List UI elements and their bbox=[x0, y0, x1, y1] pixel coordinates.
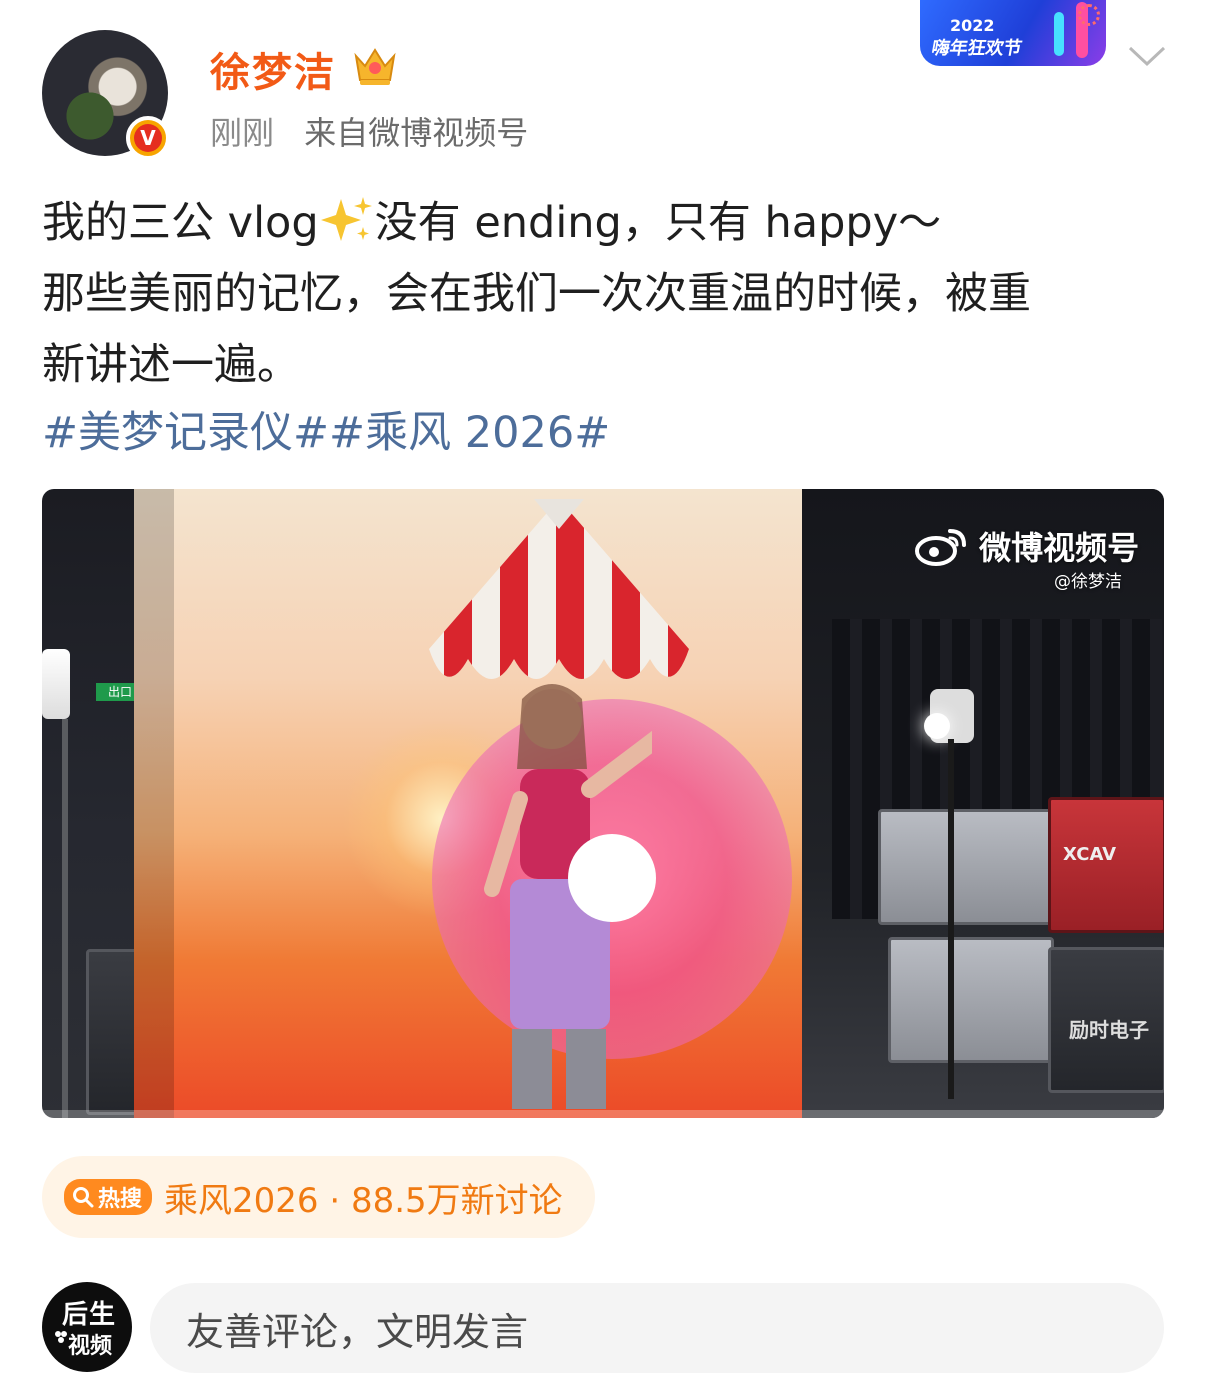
studio-lamp bbox=[42, 649, 70, 719]
video-watermark: 微博视频号 @徐梦洁 bbox=[914, 523, 1140, 592]
crown-icon bbox=[354, 48, 396, 85]
channel-logo[interactable]: 后生 视频 bbox=[42, 1282, 132, 1372]
post-line-3: 新讲述一遍。 bbox=[42, 340, 300, 390]
hashtag-links[interactable]: #美梦记录仪##乘风 2026# bbox=[42, 398, 610, 460]
post-time: 刚刚 bbox=[210, 114, 275, 152]
post-header: V 徐梦洁 刚刚 来自微博视频号 2022 嗨年狂欢节 bbox=[0, 0, 1206, 180]
play-button[interactable] bbox=[568, 834, 656, 922]
post-line-2: 那些美丽的记忆，会在我们一次次重温的时候，被重 bbox=[42, 269, 1031, 319]
studio-lamp bbox=[924, 689, 974, 743]
comment-placeholder: 友善评论，文明发言 bbox=[186, 1309, 529, 1354]
post-source[interactable]: 来自微博视频号 bbox=[304, 114, 528, 152]
search-icon bbox=[73, 1187, 94, 1208]
event-year: 2022 bbox=[950, 16, 995, 35]
trend-text: 乘风2026 · 88.5万新讨论 bbox=[164, 1180, 563, 1221]
trending-topic[interactable]: 热搜 乘风2026 · 88.5万新讨论 bbox=[42, 1156, 595, 1238]
case-brand: XCAV bbox=[1063, 844, 1117, 865]
video-player[interactable]: 出口 XCAV 励时电子 微博视频号 @徐梦洁 bbox=[42, 489, 1164, 1118]
equipment-case bbox=[878, 809, 1054, 925]
hot-search-label: 热搜 bbox=[98, 1187, 143, 1212]
watermark-handle: @徐梦洁 bbox=[1054, 572, 1122, 592]
equipment-case: 励时电子 bbox=[1048, 947, 1164, 1093]
watermark-label: 微博视频号 bbox=[979, 529, 1140, 567]
post-body: 我的三公 vlog 没有 ending，只有 happy～ 那些美丽的记忆，会在我… bbox=[42, 188, 1162, 401]
avatar-plant bbox=[60, 86, 120, 146]
equipment-case bbox=[888, 937, 1054, 1063]
logo-dots-icon bbox=[55, 1331, 67, 1343]
sparkles-icon bbox=[320, 197, 372, 241]
hot-search-badge: 热搜 bbox=[64, 1179, 153, 1215]
author-name[interactable]: 徐梦洁 bbox=[210, 40, 336, 98]
circus-tent-prop bbox=[429, 499, 689, 679]
logo-line-1: 后生 bbox=[62, 1300, 117, 1330]
weibo-icon bbox=[915, 529, 966, 566]
event-text: 嗨年狂欢节 bbox=[929, 38, 1024, 59]
equipment-case: XCAV bbox=[1048, 797, 1164, 933]
post-line-1: 我的三公 vlog 没有 ending，只有 happy～ bbox=[42, 188, 1162, 259]
verified-icon: V bbox=[126, 116, 170, 160]
event-badge[interactable]: 2022 嗨年狂欢节 bbox=[920, 0, 1106, 66]
logo-line-2: 视频 bbox=[68, 1334, 113, 1359]
comment-input[interactable]: 友善评论，文明发言 bbox=[150, 1283, 1164, 1373]
chevron-down-icon[interactable] bbox=[1126, 40, 1168, 70]
video-progress-track[interactable] bbox=[42, 1110, 1164, 1118]
case-label: 励时电子 bbox=[1069, 1018, 1149, 1042]
post-meta: 刚刚 来自微博视频号 bbox=[210, 108, 528, 154]
